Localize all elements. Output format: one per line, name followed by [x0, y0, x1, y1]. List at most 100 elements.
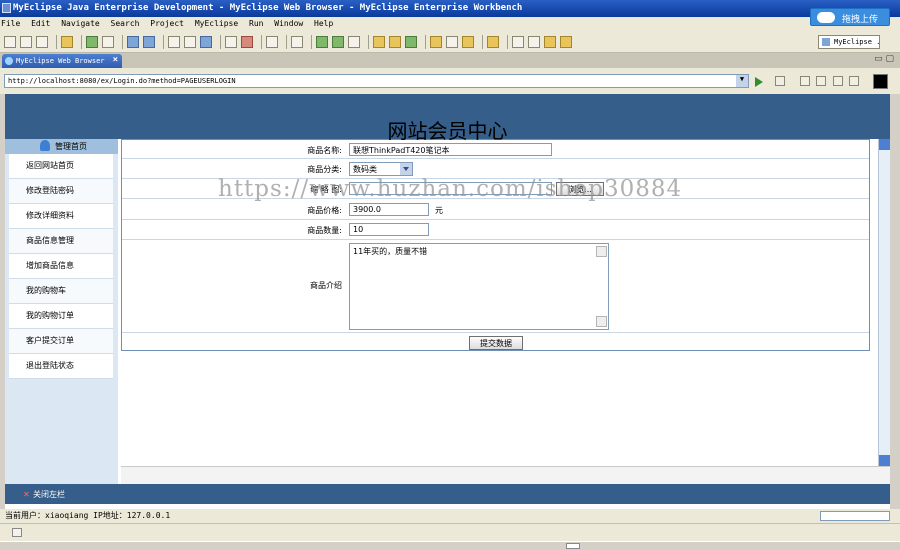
toolbar-separator [286, 34, 287, 49]
cloud-icon [817, 12, 835, 23]
close-icon[interactable]: ✕ [23, 490, 30, 499]
sidebar-item-customer-orders[interactable]: 客户提交订单 [9, 329, 113, 354]
print-icon[interactable] [36, 35, 48, 48]
refresh-icon[interactable] [849, 76, 859, 86]
sidebar-item-logout[interactable]: 退出登陆状态 [9, 354, 113, 379]
debug-icon[interactable] [316, 35, 328, 48]
perspective-switcher[interactable]: MyEclipse ... [818, 35, 880, 49]
toolbar-separator [507, 34, 508, 49]
sidebar: 管理首页 返回网站首页 修改登陆密码 修改详细资料 商品信息管理 增加商品信息 … [5, 139, 118, 484]
url-text: http://localhost:8080/ex/Login.do?method… [8, 77, 236, 85]
menu-window[interactable]: Window [274, 19, 303, 28]
menu-search[interactable]: Search [111, 19, 140, 28]
open-type-icon[interactable] [225, 35, 237, 48]
product-name-input[interactable]: 联想ThinkPadT420笔记本 [349, 143, 552, 156]
window-bottom-edge [0, 541, 900, 550]
new-package-icon[interactable] [389, 35, 401, 48]
new-project-icon[interactable] [405, 35, 417, 48]
toolbar-separator [56, 34, 57, 49]
refresh-icon[interactable] [241, 35, 253, 48]
url-input[interactable]: http://localhost:8080/ex/Login.do?method… [4, 74, 749, 88]
window-title: MyEclipse Java Enterprise Development - … [13, 3, 523, 13]
go-icon[interactable] [755, 77, 763, 87]
prev-annotation-icon[interactable] [528, 35, 540, 48]
menu-navigate[interactable]: Navigate [61, 19, 100, 28]
url-dropdown-icon[interactable]: ▼ [736, 75, 748, 87]
deploy-icon[interactable] [102, 35, 114, 48]
intro-text: 11年买的，质量不错 [353, 247, 428, 256]
external-tools-icon[interactable] [348, 35, 360, 48]
tab-web-browser[interactable]: MyEclipse Web Browser × [2, 54, 122, 68]
forward-icon[interactable] [560, 35, 572, 48]
submit-button[interactable]: 提交数据 [469, 336, 523, 350]
globe-icon [5, 57, 13, 65]
back-icon[interactable] [544, 35, 556, 48]
fast-view-icon[interactable] [12, 528, 22, 537]
package-icon[interactable] [61, 35, 73, 48]
forward-icon[interactable] [816, 76, 826, 86]
page-title: 网站会员中心 [387, 119, 508, 143]
minimize-maximize-icon[interactable]: ▭ ▢ [874, 54, 894, 64]
toolbar-separator [81, 34, 82, 49]
close-sidebar-link[interactable]: 关闭左栏 [33, 490, 65, 499]
bookmarks-icon[interactable] [775, 76, 785, 86]
product-form: 商品名称: 联想ThinkPadT420笔记本 商品分类: 数码类 缩 略 图:… [121, 139, 870, 351]
sidebar-item-add-product[interactable]: 增加商品信息 [9, 254, 113, 279]
close-tab-icon[interactable]: × [113, 55, 118, 65]
back-icon[interactable] [800, 76, 810, 86]
bug-icon[interactable] [86, 35, 98, 48]
form-row-quantity: 商品数量: 10 [122, 220, 869, 240]
page-footer: ✕ 关闭左栏 [5, 484, 890, 504]
page-horizontal-scrollbar[interactable] [121, 466, 890, 484]
name-label: 商品名称: [307, 146, 342, 155]
menu-edit[interactable]: Edit [31, 19, 50, 28]
task-icon[interactable] [462, 35, 474, 48]
bookmark-icon[interactable] [487, 35, 499, 48]
save-icon[interactable] [20, 35, 32, 48]
page-vertical-scrollbar[interactable] [878, 139, 890, 466]
next-annotation-icon[interactable] [512, 35, 524, 48]
menu-help[interactable]: Help [314, 19, 333, 28]
chevron-down-icon [400, 163, 412, 175]
web-page: 网站会员中心 管理首页 返回网站首页 修改登陆密码 修改详细资料 商品信息管理 … [5, 94, 890, 509]
globe-icon[interactable] [200, 35, 212, 48]
scroll-thumb[interactable] [566, 543, 580, 549]
intro-textarea[interactable]: 11年买的，质量不错 [349, 243, 609, 330]
sidebar-item-product-management[interactable]: 商品信息管理 [9, 229, 113, 254]
menu-project[interactable]: Project [150, 19, 184, 28]
new-class-icon[interactable] [373, 35, 385, 48]
category-select[interactable]: 数码类 [349, 162, 413, 176]
price-label: 商品价格: [307, 206, 342, 215]
menu-bar: File Edit Navigate Search Project MyEcli… [0, 17, 900, 31]
menu-run[interactable]: Run [249, 19, 263, 28]
wizard-icon[interactable] [168, 35, 180, 48]
server-stop-icon[interactable] [143, 35, 155, 48]
new-icon[interactable] [4, 35, 16, 48]
scroll-down-icon[interactable] [596, 316, 607, 327]
sidebar-item-my-orders[interactable]: 我的购物订单 [9, 304, 113, 329]
console-icon[interactable] [266, 35, 278, 48]
pencil-icon[interactable] [446, 35, 458, 48]
stop-icon[interactable] [833, 76, 843, 86]
cloud-upload-button[interactable]: 拖拽上传 [810, 8, 890, 26]
menu-myeclipse[interactable]: MyEclipse [195, 19, 238, 28]
browser-icon[interactable] [184, 35, 196, 48]
editor-tab-row: MyEclipse Web Browser × ▭ ▢ [0, 53, 900, 68]
scroll-up-icon[interactable] [596, 246, 607, 257]
form-row-price: 商品价格: 3900.0 元 [122, 199, 869, 220]
quantity-label: 商品数量: [307, 226, 342, 235]
menu-file[interactable]: File [1, 19, 20, 28]
scroll-down-icon[interactable] [879, 455, 890, 466]
sidebar-item-back-home[interactable]: 返回网站首页 [9, 154, 113, 179]
sidebar-item-shopping-cart[interactable]: 我的购物车 [9, 279, 113, 304]
toolbar-separator [482, 34, 483, 49]
quantity-input[interactable]: 10 [349, 223, 429, 236]
server-icon[interactable] [127, 35, 139, 48]
run-icon[interactable] [332, 35, 344, 48]
database-icon[interactable] [291, 35, 303, 48]
sidebar-item-change-password[interactable]: 修改登陆密码 [9, 179, 113, 204]
sidebar-item-edit-profile[interactable]: 修改详细资料 [9, 204, 113, 229]
open-folder-icon[interactable] [430, 35, 442, 48]
price-input[interactable]: 3900.0 [349, 203, 429, 216]
window-title-bar: MyEclipse Java Enterprise Development - … [0, 0, 900, 17]
